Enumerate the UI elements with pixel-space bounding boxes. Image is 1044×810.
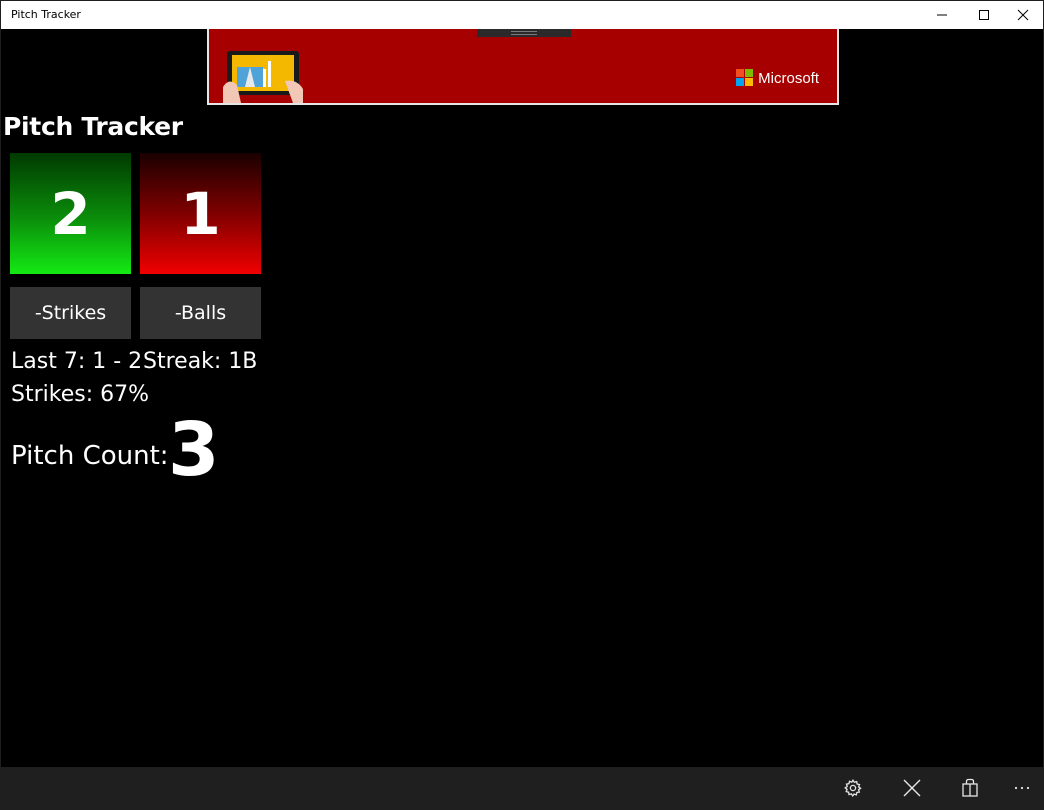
page-title: Pitch Tracker (3, 112, 183, 141)
pitch-count-label: Pitch Count: (11, 441, 169, 471)
gear-icon (844, 778, 862, 798)
close-window-button[interactable] (1000, 1, 1043, 29)
pitch-count-value: 3 (168, 407, 220, 493)
strikes-counter-tile[interactable]: 2 (10, 153, 131, 274)
settings-button[interactable] (831, 767, 875, 809)
strike-percentage-stat: Strikes: 67% (11, 382, 150, 407)
decrement-balls-button[interactable]: -Balls (140, 287, 261, 339)
close-icon (903, 779, 921, 797)
ad-drag-handle[interactable] (477, 29, 571, 37)
streak-stat: Streak: 1B (143, 349, 258, 374)
microsoft-logo-icon (736, 69, 754, 87)
app-window: Pitch Tracker Microsoft Pitch Tracker 2 … (0, 0, 1044, 810)
maximize-icon (979, 10, 989, 20)
minimize-icon (937, 14, 947, 16)
store-button[interactable] (948, 767, 992, 809)
close-icon (1017, 9, 1029, 21)
ad-brand-text: Microsoft (758, 69, 819, 87)
last7-stat: Last 7: 1 - 2 (11, 349, 143, 374)
balls-counter-tile[interactable]: 1 (140, 153, 261, 274)
tablet-illustration (223, 51, 303, 103)
microsoft-logo: Microsoft (736, 69, 819, 87)
app-bar (1, 767, 1043, 809)
title-bar: Pitch Tracker (1, 1, 1043, 29)
window-title: Pitch Tracker (11, 8, 81, 21)
ad-banner[interactable]: Microsoft (207, 29, 839, 105)
clear-button[interactable] (890, 767, 934, 809)
more-options-button[interactable] (1000, 767, 1043, 809)
decrement-strikes-button[interactable]: -Strikes (10, 287, 131, 339)
minimize-button[interactable] (919, 1, 965, 29)
more-icon (1014, 786, 1030, 790)
store-bag-icon (962, 778, 978, 797)
